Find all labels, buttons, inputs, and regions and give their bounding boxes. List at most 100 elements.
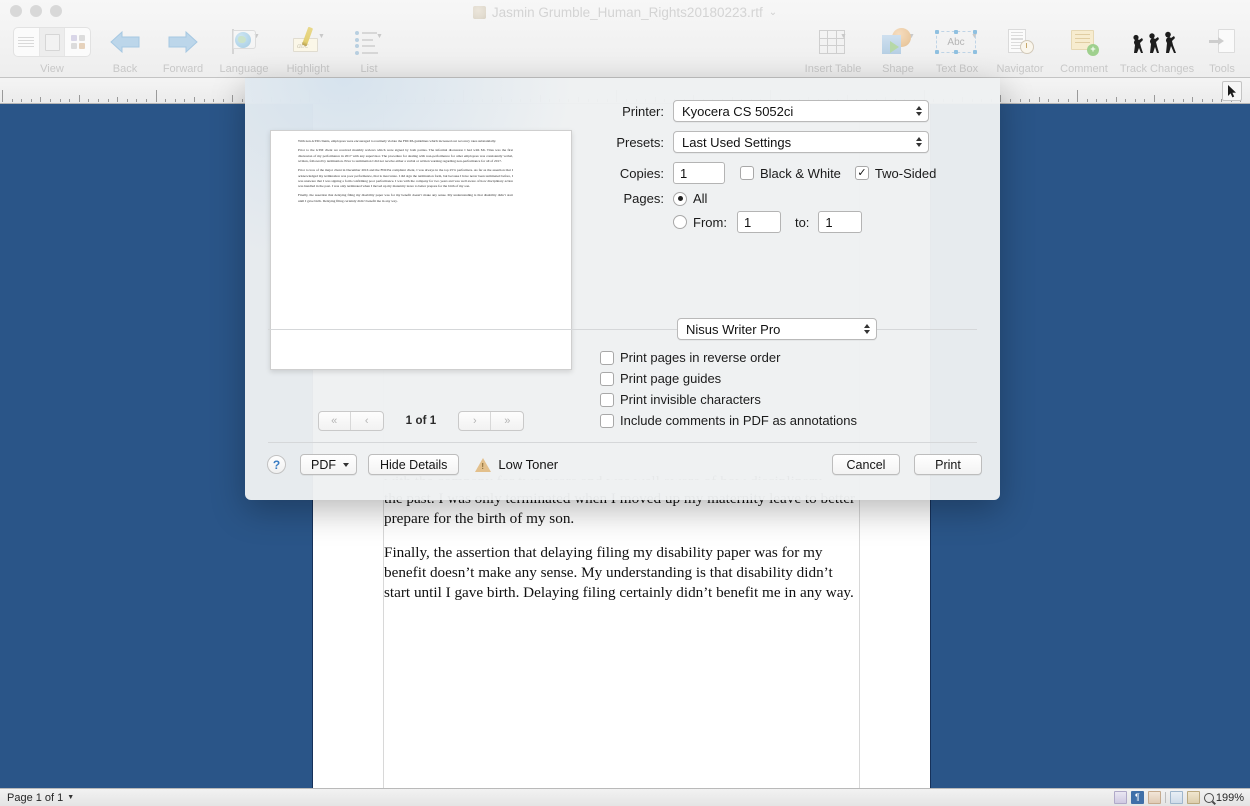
print-preview-page[interactable]: With non-GTM clients, employees were enc… bbox=[270, 130, 572, 370]
highlight-pen-icon[interactable]: abc bbox=[291, 26, 323, 56]
view-page-segment[interactable] bbox=[39, 28, 66, 56]
view-segmented-icon[interactable] bbox=[13, 27, 91, 57]
option-reverse-order[interactable]: Print pages in reverse order bbox=[600, 350, 857, 365]
forward-arrow-icon[interactable] bbox=[166, 27, 200, 57]
cancel-button[interactable]: Cancel bbox=[832, 454, 900, 475]
toolbar-item-list[interactable]: ▼ List bbox=[340, 22, 398, 75]
tools-page-arrow-icon[interactable] bbox=[1209, 29, 1235, 55]
print-dialog[interactable]: With non-GTM clients, employees were enc… bbox=[245, 78, 1000, 500]
two-sided-checkbox[interactable] bbox=[854, 166, 869, 180]
toolbar-label-language: Language bbox=[219, 63, 269, 75]
help-button[interactable]: ? bbox=[267, 455, 286, 474]
toolbar-item-back[interactable]: Back bbox=[96, 22, 154, 75]
pager-next-button[interactable]: › bbox=[459, 412, 492, 430]
updown-chevron-icon[interactable] bbox=[916, 106, 922, 116]
footer-separator bbox=[268, 442, 977, 443]
status-page-indicator[interactable]: Page 1 of 1 ▼ bbox=[7, 792, 74, 804]
paragraph-style-icon[interactable] bbox=[1169, 791, 1183, 804]
option-include-comments[interactable]: Include comments in PDF as annotations bbox=[600, 413, 857, 428]
toolbar-label-highlight: Highlight bbox=[286, 63, 330, 75]
presets-select[interactable]: Last Used Settings bbox=[673, 131, 929, 153]
option-invisible-characters[interactable]: Print invisible characters bbox=[600, 392, 857, 407]
shape-icon[interactable] bbox=[881, 28, 913, 56]
pilcrow-icon[interactable]: ¶ bbox=[1130, 791, 1144, 804]
magnifier-icon[interactable] bbox=[1203, 792, 1214, 803]
pages-all-radio-group[interactable]: All bbox=[673, 191, 707, 206]
print-dialog-footer: ? PDF Hide Details Low Toner Cancel Prin… bbox=[245, 442, 1000, 500]
reverse-order-checkbox[interactable] bbox=[600, 350, 614, 365]
toolbar-item-comment[interactable]: + Comment bbox=[1052, 22, 1116, 75]
pages-to-input[interactable]: 1 bbox=[818, 211, 863, 233]
pages-to-value: 1 bbox=[825, 214, 833, 230]
toolbar-item-insert-table[interactable]: ▼ Insert Table bbox=[796, 22, 870, 75]
invisible-characters-checkbox[interactable] bbox=[600, 392, 614, 407]
language-flag-globe-icon[interactable] bbox=[228, 28, 258, 56]
document-body-text[interactable]: with the company for two years and was w… bbox=[384, 473, 860, 617]
toolbar-item-text-box[interactable]: Abc ▼ Text Box bbox=[926, 22, 988, 75]
table-icon[interactable] bbox=[1147, 791, 1161, 804]
toolbar-item-language[interactable]: ▼ Language bbox=[212, 22, 276, 75]
toolbar-item-view[interactable]: View bbox=[8, 22, 96, 75]
chevron-down-icon[interactable]: ▼ bbox=[67, 794, 74, 801]
chevron-down-icon[interactable]: ▼ bbox=[376, 33, 383, 40]
pdf-menu-label: PDF bbox=[311, 457, 336, 472]
app-window: Jasmin Grumble_Human_Rights20180223.rtf … bbox=[0, 0, 1250, 806]
pager-first-button[interactable]: « bbox=[319, 412, 351, 430]
include-comments-checkbox[interactable] bbox=[600, 413, 614, 428]
toolbar-label-back: Back bbox=[112, 63, 138, 75]
pager-next-group[interactable]: › » bbox=[458, 411, 525, 431]
comment-note-icon[interactable]: + bbox=[1070, 29, 1099, 56]
chevron-down-icon[interactable] bbox=[343, 462, 349, 467]
ruler-cursor-icon[interactable] bbox=[1222, 81, 1242, 101]
toolbar-item-shape[interactable]: ▼ Shape bbox=[870, 22, 926, 75]
copies-input[interactable]: 1 bbox=[673, 162, 725, 184]
page-guides-checkbox[interactable] bbox=[600, 371, 614, 386]
pager-last-button[interactable]: » bbox=[491, 412, 523, 430]
toolbar-item-tools[interactable]: Tools bbox=[1198, 22, 1246, 75]
pages-from-input[interactable]: 1 bbox=[736, 211, 781, 233]
view-thumbnails-segment[interactable] bbox=[65, 28, 90, 56]
document-paragraph: Finally, the assertion that delaying fil… bbox=[384, 544, 854, 602]
navigator-icon[interactable] bbox=[1006, 28, 1034, 56]
status-page-label: Page 1 of 1 bbox=[7, 791, 64, 804]
view-draft-segment[interactable] bbox=[14, 28, 40, 56]
pager-prev-group[interactable]: « ‹ bbox=[317, 411, 384, 431]
copies-value: 1 bbox=[680, 165, 688, 181]
printer-label: Printer: bbox=[622, 103, 664, 119]
clipboard-icon[interactable] bbox=[1186, 791, 1200, 804]
two-sided-checkbox-group[interactable]: Two-Sided bbox=[854, 166, 936, 181]
black-white-checkbox[interactable] bbox=[740, 166, 754, 180]
pages-from-radio-group[interactable]: From: bbox=[673, 215, 727, 230]
toolbar-label-tools: Tools bbox=[1209, 63, 1235, 75]
pager-prev-button[interactable]: ‹ bbox=[351, 412, 383, 430]
toolbar-right-group: ▼ Insert Table ▼ Shape Abc ▼ Text Box Na… bbox=[796, 22, 1246, 75]
print-module-select[interactable]: Nisus Writer Pro bbox=[677, 318, 877, 340]
black-white-checkbox-group[interactable]: Black & White bbox=[740, 166, 841, 181]
chevron-down-icon[interactable]: ▼ bbox=[840, 33, 847, 40]
pages-all-label: All bbox=[693, 191, 708, 206]
printer-select[interactable]: Kyocera CS 5052ci bbox=[673, 100, 929, 122]
print-preview-panel: With non-GTM clients, employees were enc… bbox=[270, 130, 572, 431]
toolbar-item-track-changes[interactable]: Track Changes bbox=[1116, 22, 1198, 75]
updown-chevron-icon[interactable] bbox=[864, 324, 870, 334]
hide-details-button[interactable]: Hide Details bbox=[368, 454, 460, 475]
evolution-walking-figures-icon[interactable] bbox=[1130, 29, 1184, 55]
print-button[interactable]: Print bbox=[914, 454, 982, 475]
updown-chevron-icon[interactable] bbox=[916, 137, 922, 147]
pdf-menu-button[interactable]: PDF bbox=[300, 454, 357, 475]
toolbar-item-forward[interactable]: Forward bbox=[154, 22, 212, 75]
text-box-icon[interactable]: Abc bbox=[935, 30, 978, 54]
toolbar-item-navigator[interactable]: Navigator bbox=[988, 22, 1052, 75]
back-arrow-icon[interactable] bbox=[108, 27, 142, 57]
printer-status-label: Low Toner bbox=[498, 457, 559, 472]
pages-from-radio[interactable] bbox=[673, 215, 687, 229]
status-zoom-control[interactable]: 199% bbox=[1203, 792, 1244, 804]
toolbar-item-highlight[interactable]: abc ▼ Highlight bbox=[276, 22, 340, 75]
status-bar: Page 1 of 1 ▼ ¶ 199% bbox=[0, 788, 1250, 806]
option-page-guides[interactable]: Print page guides bbox=[600, 371, 857, 386]
chevron-down-icon[interactable]: ⌄ bbox=[769, 7, 777, 18]
pages-to-label: to: bbox=[794, 214, 810, 230]
pager-count-label: 1 of 1 bbox=[405, 415, 437, 427]
image-placeholder-icon[interactable] bbox=[1113, 791, 1127, 804]
pages-all-radio[interactable] bbox=[673, 191, 687, 206]
